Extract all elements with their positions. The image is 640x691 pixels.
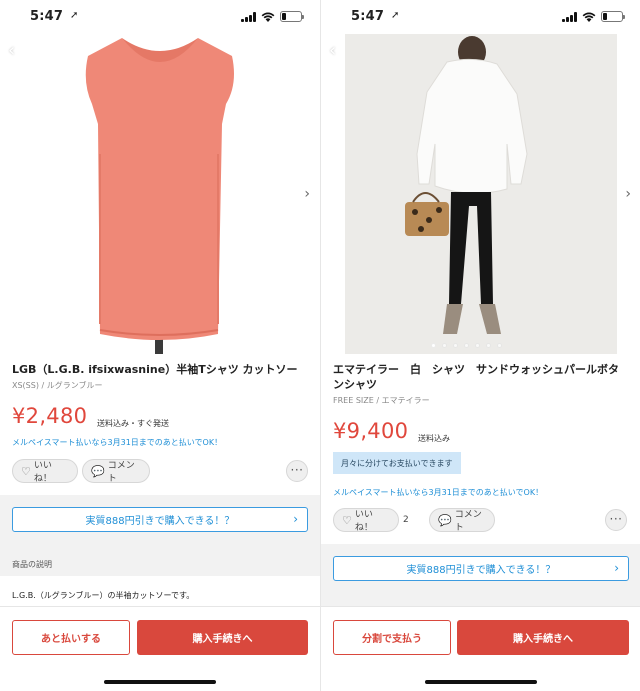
wifi-icon — [261, 12, 275, 22]
more-icon[interactable]: ··· — [605, 509, 627, 531]
back-chevron-icon[interactable]: ‹ — [329, 42, 343, 60]
shipping-note: 送料込み — [418, 434, 450, 443]
bottom-action-bar: 分割で支払う 購入手続きへ — [321, 606, 640, 691]
comment-icon: 💬 — [91, 464, 105, 478]
status-time: 5:47 — [351, 9, 385, 24]
comment-icon: 💬 — [438, 513, 452, 527]
product-screen-right: 5:47 ➚ ‹ › エマテイラー 白 シャツ サンドウォッシュパールボタンシャ… — [321, 0, 640, 691]
discount-cta[interactable]: 実質888円引きで購入できる！？ › — [333, 556, 629, 581]
merpay-promo[interactable]: メルペイスマート払いなら3月31日までのあと払いでOK！ — [333, 487, 543, 498]
description-heading: 商品の説明 — [12, 560, 52, 569]
home-indicator — [425, 680, 537, 684]
battery-icon — [601, 11, 625, 22]
like-label: いいね！ — [354, 510, 373, 533]
product-price: ¥9,400 — [333, 419, 409, 443]
next-chevron-icon[interactable]: › — [625, 186, 631, 202]
installment-pay-button[interactable]: 分割で支払う — [333, 620, 451, 655]
installment-badge[interactable]: 月々に分けてお支払いできます — [333, 452, 461, 474]
chevron-right-icon: › — [293, 512, 298, 526]
status-bar: 5:47 ➚ — [321, 0, 640, 34]
image-pager-dots — [431, 343, 502, 348]
product-size-brand: FREE SIZE / エマテイラー — [333, 396, 430, 405]
wifi-icon — [582, 12, 596, 22]
like-count: 2 — [403, 515, 409, 525]
home-indicator — [104, 680, 216, 684]
back-chevron-icon[interactable]: ‹ — [8, 42, 22, 60]
purchase-button[interactable]: 購入手続きへ — [137, 620, 308, 655]
status-bar: 5:47 ➚ — [0, 0, 320, 34]
status-time: 5:47 — [30, 9, 64, 24]
model-shirt-illustration — [321, 34, 640, 354]
discount-cta-label: 実質888円引きで購入できる！？ — [85, 516, 235, 527]
pay-later-button[interactable]: あと払いする — [12, 620, 130, 655]
discount-cta[interactable]: 実質888円引きで購入できる！？ › — [12, 507, 308, 532]
heart-icon: ♡ — [21, 464, 31, 478]
like-label: いいね！ — [33, 461, 52, 484]
signal-icon — [562, 11, 577, 22]
discount-cta-label: 実質888円引きで購入できる！？ — [406, 565, 556, 576]
product-title: LGB（L.G.B. ifsixwasnine）半袖Tシャツ カットソー — [12, 363, 298, 376]
shipping-note: 送料込み・すぐ発送 — [97, 419, 169, 428]
tshirt-illustration — [0, 34, 320, 354]
location-arrow-icon: ➚ — [70, 10, 79, 21]
product-screen-left: 5:47 ➚ ‹ › LGB（L.G.B. ifsixwasnine）半袖Tシャ… — [0, 0, 320, 691]
merpay-promo[interactable]: メルペイスマート払いなら3月31日までのあと払いでOK！ — [12, 437, 222, 448]
comment-button[interactable]: 💬 コメント — [429, 508, 495, 533]
battery-icon — [280, 11, 304, 22]
comment-label: コメント — [454, 510, 482, 533]
product-size-brand: XS(SS) / ルグランブルー — [12, 381, 103, 390]
more-icon[interactable]: ··· — [286, 460, 308, 482]
chevron-right-icon: › — [614, 561, 619, 575]
signal-icon — [241, 11, 256, 22]
like-button[interactable]: ♡ いいね！ — [333, 508, 399, 533]
product-price: ¥2,480 — [12, 404, 88, 428]
heart-icon: ♡ — [342, 513, 352, 527]
like-button[interactable]: ♡ いいね！ — [12, 459, 78, 484]
product-image[interactable] — [0, 34, 320, 354]
comment-label: コメント — [107, 461, 135, 484]
comment-button[interactable]: 💬 コメント — [82, 459, 150, 484]
bottom-action-bar: あと払いする 購入手続きへ — [0, 606, 320, 691]
next-chevron-icon[interactable]: › — [304, 186, 310, 202]
product-image[interactable] — [321, 34, 640, 354]
description-text: L.G.B.（ルグランブルー）の半袖カットソーです。 — [12, 591, 195, 600]
location-arrow-icon: ➚ — [391, 10, 400, 21]
product-title: エマテイラー 白 シャツ サンドウォッシュパールボタンシャツ — [333, 363, 619, 391]
purchase-button[interactable]: 購入手続きへ — [457, 620, 629, 655]
